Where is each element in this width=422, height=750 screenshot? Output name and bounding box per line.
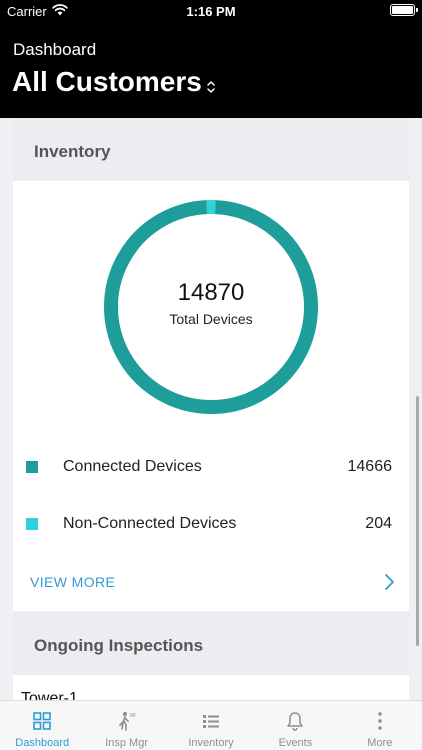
inventory-list-icon [202, 715, 219, 728]
connected-swatch-icon [26, 461, 38, 473]
tab-label-events: Events [278, 737, 313, 749]
status-bar: Carrier 1:16 PM [0, 0, 422, 22]
scroll-indicator [416, 396, 419, 646]
legend-label-non-connected: Non-Connected Devices [63, 515, 237, 532]
tab-more[interactable]: More [338, 701, 422, 750]
donut-slice-connected [104, 200, 318, 414]
tab-inventory[interactable]: Inventory [169, 701, 253, 750]
svg-text:80: 80 [130, 713, 136, 719]
tab-label-insp-mgr: Insp Mgr [105, 737, 148, 749]
tab-insp-mgr[interactable]: 80 Insp Mgr [84, 701, 168, 750]
bell-icon [287, 712, 304, 731]
tab-label-dashboard: Dashboard [15, 737, 70, 749]
inspections-card-title: Ongoing Inspections [34, 636, 204, 655]
legend-row-non-connected: Non-Connected Devices 204 [13, 510, 409, 540]
dashboard-scroll[interactable]: Inventory 14870 Total Devices Connected … [0, 118, 422, 700]
legend-value-connected: 14666 [347, 458, 393, 475]
chevron-right-icon [385, 574, 394, 590]
inspection-row-title[interactable]: Tower-1 [21, 690, 78, 700]
tab-label-inventory: Inventory [188, 737, 234, 749]
tab-bar: Dashboard 80 Insp Mgr Inventory Events M… [0, 700, 422, 750]
inspector-walk-icon: 80 [118, 712, 136, 731]
legend-label-connected: Connected Devices [63, 458, 202, 475]
view-more-label: VIEW MORE [30, 574, 116, 590]
inventory-card: 14870 Total Devices Connected Devices 14… [13, 181, 409, 611]
inspections-card-header: Ongoing Inspections [13, 612, 409, 675]
dashboard-grid-icon [33, 712, 51, 730]
tab-events[interactable]: Events [253, 701, 337, 750]
view-more-button[interactable]: VIEW MORE [13, 569, 409, 599]
inspections-card: Tower-1 [13, 675, 409, 700]
customer-selector-title[interactable]: All Customers [12, 66, 202, 98]
inventory-card-title: Inventory [34, 142, 111, 161]
inventory-donut-chart [104, 200, 318, 414]
total-devices-label: Total Devices [169, 311, 253, 327]
inventory-card-header: Inventory [13, 118, 409, 181]
non-connected-swatch-icon [26, 518, 38, 530]
more-vertical-icon [377, 712, 382, 730]
battery-icon [390, 4, 418, 16]
legend-row-connected: Connected Devices 14666 [13, 453, 409, 483]
tab-label-more: More [367, 737, 393, 749]
chevron-updown-icon[interactable] [206, 79, 216, 95]
total-devices-value: 14870 [177, 279, 245, 306]
nav-subtitle: Dashboard [13, 40, 97, 59]
status-time: 1:16 PM [186, 4, 236, 19]
legend-value-non-connected: 204 [365, 515, 392, 532]
tab-dashboard[interactable]: Dashboard [0, 701, 84, 750]
header: Carrier 1:16 PM Dashboard All Customers [0, 0, 422, 118]
